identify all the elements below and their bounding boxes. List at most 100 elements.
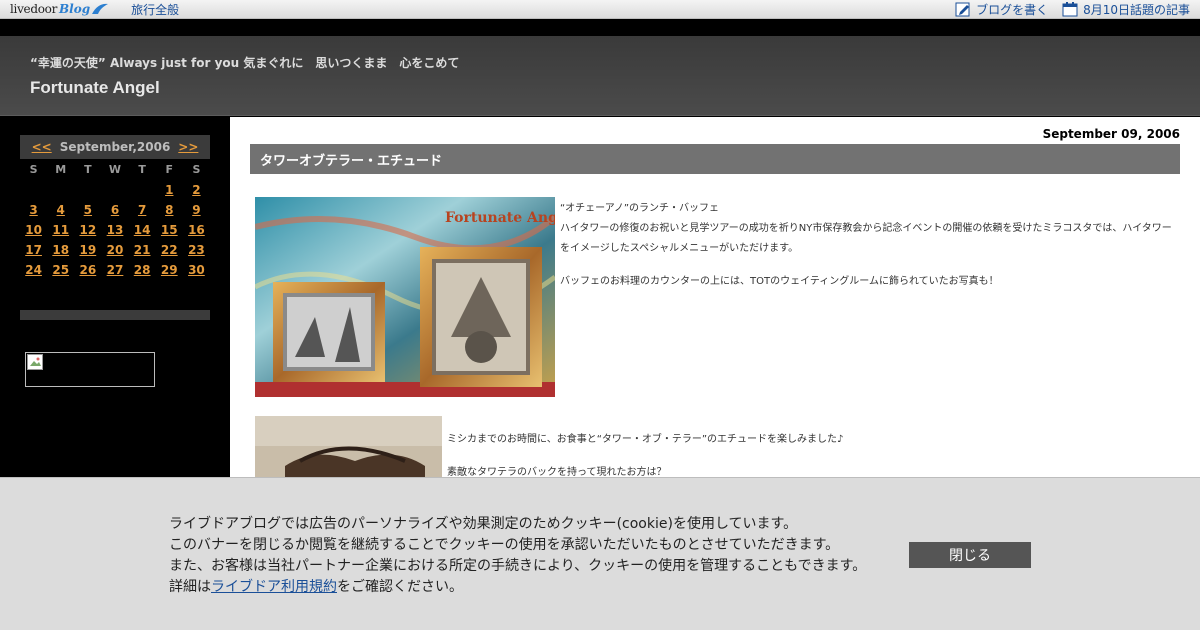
- calendar-cell: 11: [47, 220, 74, 240]
- calendar-header: << September,2006 >>: [20, 135, 210, 159]
- calendar-day-link[interactable]: 13: [107, 223, 124, 237]
- calendar-month: September,2006: [59, 140, 171, 154]
- post-photo-bag[interactable]: [255, 416, 442, 486]
- calendar-day-link[interactable]: 2: [192, 183, 200, 197]
- bag-photo-image: [255, 416, 442, 486]
- calendar-cell: [47, 180, 74, 200]
- calendar-cell: 2: [183, 180, 210, 200]
- calendar-cell: 6: [101, 200, 128, 220]
- cookie-close-button[interactable]: 閉じる: [909, 542, 1031, 568]
- calendar-cell: 5: [74, 200, 101, 220]
- calendar-day-link[interactable]: 16: [188, 223, 205, 237]
- calendar-day-link[interactable]: 22: [161, 243, 178, 257]
- calendar-cell: 26: [74, 260, 101, 280]
- calendar-cell: [101, 180, 128, 200]
- calendar-day-link[interactable]: 7: [138, 203, 146, 217]
- calendar-day-link[interactable]: 10: [25, 223, 42, 237]
- calendar-day-link[interactable]: 4: [57, 203, 65, 217]
- calendar-day-link[interactable]: 5: [84, 203, 92, 217]
- cookie-consent-banner: ライブドアブログでは広告のパーソナライズや効果測定のためクッキー(cookie)…: [0, 477, 1200, 630]
- calendar-day-link[interactable]: 26: [80, 263, 97, 277]
- calendar-weekday: T: [138, 163, 146, 176]
- calendar-day-link[interactable]: 25: [52, 263, 69, 277]
- write-blog-link[interactable]: ブログを書く: [955, 1, 1048, 18]
- calendar-prev-link[interactable]: <<: [32, 140, 52, 154]
- blog-title[interactable]: Fortunate Angel: [30, 78, 160, 98]
- livedoor-blog-logo[interactable]: livedoor Blog: [10, 0, 109, 19]
- calendar-cell: 28: [129, 260, 156, 280]
- cookie-line-4-prefix: 詳細は: [169, 579, 211, 595]
- calendar-cell: 25: [47, 260, 74, 280]
- cookie-message: ライブドアブログでは広告のパーソナライズや効果測定のためクッキー(cookie)…: [169, 514, 866, 598]
- calendar-day-link[interactable]: 30: [188, 263, 205, 277]
- calendar-day-link[interactable]: 28: [134, 263, 151, 277]
- calendar-cell: 22: [156, 240, 183, 260]
- calendar-weekday-row: SMTWTFS: [20, 159, 210, 180]
- blog-header: “幸運の天使” Always just for you 気まぐれに 思いつくまま…: [0, 36, 1200, 116]
- calendar-days: 1 2 3 4 5 6 7 8 9 10 11 12 13 14 15 16 17 18 19 20 21 22 23 24 2…: [20, 180, 210, 280]
- calendar-day-link[interactable]: 20: [107, 243, 124, 257]
- calendar-day-link[interactable]: 3: [29, 203, 37, 217]
- calendar-day-link[interactable]: 11: [52, 223, 69, 237]
- calendar-day-link[interactable]: 9: [192, 203, 200, 217]
- calendar-weekday: F: [165, 163, 174, 176]
- calendar-day-link[interactable]: 21: [134, 243, 151, 257]
- sidebar-banner-image[interactable]: [25, 352, 155, 387]
- calendar-day-link[interactable]: 17: [25, 243, 42, 257]
- post-paragraph-1-line-1: “オチェーアノ”のランチ・バッフェ: [560, 203, 720, 214]
- calendar-cell: [129, 180, 156, 200]
- sidebar-divider-bar: [20, 310, 210, 320]
- calendar-week-row: 17 18 19 20 21 22 23: [20, 240, 210, 260]
- cookie-line-1: ライブドアブログでは広告のパーソナライズや効果測定のためクッキー(cookie)…: [169, 516, 798, 532]
- calendar-cell: 15: [156, 220, 183, 240]
- post-title[interactable]: タワーオブテラー・エチュード: [250, 144, 1180, 174]
- post-text-block-1: “オチェーアノ”のランチ・バッフェ ハイタワーの修復のお祝いと見学ツアーの成功を…: [560, 199, 1180, 305]
- category-link-travel[interactable]: 旅行全般: [131, 1, 179, 18]
- calendar-cell: 23: [183, 240, 210, 260]
- write-blog-label: ブログを書く: [976, 2, 1049, 17]
- topic-articles-label: 8月10日話題の記事: [1083, 2, 1190, 17]
- calendar-cell: 29: [156, 260, 183, 280]
- topic-articles-link[interactable]: 8月10日話題の記事: [1062, 1, 1190, 18]
- calendar-cell: 27: [101, 260, 128, 280]
- post-paragraph-1-line-2: ハイタワーの修復のお祝いと見学ツアーの成功を祈りNY市保存教会から記念イベントの…: [560, 223, 1172, 254]
- calendar-day-link[interactable]: 12: [80, 223, 97, 237]
- calendar-day-link[interactable]: 23: [188, 243, 205, 257]
- calendar-day-link[interactable]: 18: [52, 243, 69, 257]
- calendar-weekday: T: [84, 163, 92, 176]
- cookie-line-4-suffix: をご確認ください。: [337, 579, 463, 595]
- calendar-icon: [1062, 2, 1078, 17]
- calendar-cell: 8: [156, 200, 183, 220]
- calendar-day-link[interactable]: 24: [25, 263, 42, 277]
- calendar-cell: 1: [156, 180, 183, 200]
- calendar-day-link[interactable]: 27: [107, 263, 124, 277]
- calendar-day-link[interactable]: 8: [165, 203, 173, 217]
- calendar-weekday: S: [29, 163, 38, 176]
- calendar-cell: 14: [129, 220, 156, 240]
- calendar-next-link[interactable]: >>: [178, 140, 198, 154]
- calendar-weekday: S: [192, 163, 201, 176]
- pencil-note-icon: [955, 2, 970, 17]
- calendar-cell: 17: [20, 240, 47, 260]
- calendar-day-link[interactable]: 14: [134, 223, 151, 237]
- blog-description: “幸運の天使” Always just for you 気まぐれに 思いつくまま…: [30, 56, 460, 70]
- post-photo-frames[interactable]: Fortunate Angel: [255, 197, 555, 397]
- calendar-cell: 30: [183, 260, 210, 280]
- calendar-cell: 21: [129, 240, 156, 260]
- calendar-day-link[interactable]: 15: [161, 223, 178, 237]
- calendar-cell: 16: [183, 220, 210, 240]
- logo-blog-text: Blog: [59, 2, 91, 16]
- broken-image-icon: [27, 354, 43, 370]
- cookie-line-3: また、お客様は当社パートナー企業における所定の手続きにより、クッキーの使用を管理…: [169, 558, 867, 574]
- calendar-cell: 24: [20, 260, 47, 280]
- calendar-cell: 4: [47, 200, 74, 220]
- calendar-day-link[interactable]: 6: [111, 203, 119, 217]
- calendar-day-link[interactable]: 29: [161, 263, 178, 277]
- terms-of-use-link[interactable]: ライブドア利用規約: [211, 579, 337, 595]
- calendar-day-link[interactable]: 1: [165, 183, 173, 197]
- calendar-cell: 10: [20, 220, 47, 240]
- dolphin-icon: [92, 3, 109, 14]
- calendar-day-link[interactable]: 19: [80, 243, 97, 257]
- calendar-cell: 13: [101, 220, 128, 240]
- calendar-cell: 18: [47, 240, 74, 260]
